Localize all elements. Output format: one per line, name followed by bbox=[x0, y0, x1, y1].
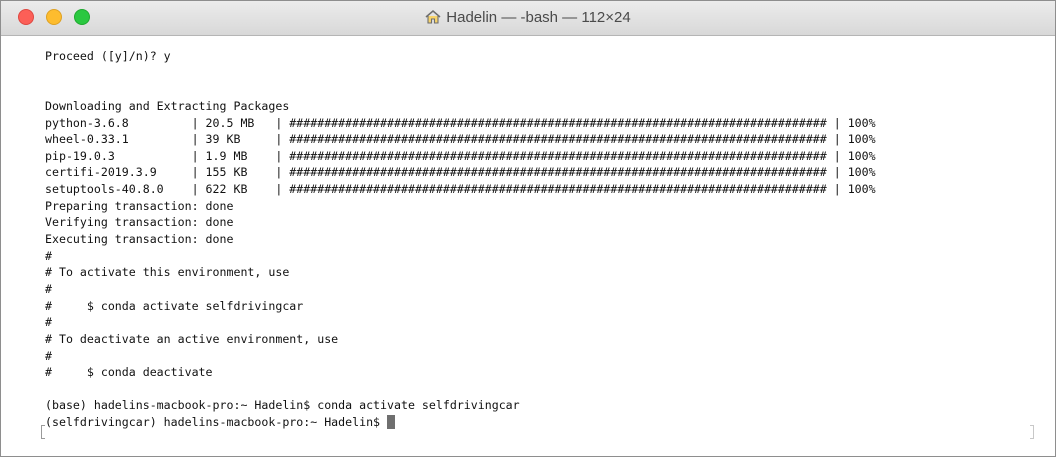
terminal-line: pip-19.0.3 | 1.9 MB | ##################… bbox=[45, 148, 876, 163]
terminal-line: # bbox=[45, 281, 52, 296]
terminal-line: # bbox=[45, 348, 52, 363]
home-icon bbox=[425, 10, 441, 24]
prompt-text: (selfdrivingcar) hadelins-macbook-pro:~ … bbox=[45, 415, 388, 430]
terminal-line: wheel-0.33.1 | 39 KB | #################… bbox=[45, 132, 876, 147]
terminal-line: # $ conda deactivate bbox=[45, 365, 213, 380]
terminal-line: Verifying transaction: done bbox=[45, 215, 234, 230]
terminal-line: # To deactivate an active environment, u… bbox=[45, 331, 339, 346]
terminal-line: setuptools-40.8.0 | 622 KB | ###########… bbox=[45, 182, 876, 197]
terminal-line: Executing transaction: done bbox=[45, 232, 234, 247]
mark-bracket-right bbox=[1030, 425, 1034, 439]
terminal-line: # $ conda activate selfdrivingcar bbox=[45, 298, 304, 313]
terminal-line: Downloading and Extracting Packages bbox=[45, 98, 290, 113]
terminal-line: (base) hadelins-macbook-pro:~ Hadelin$ c… bbox=[45, 398, 520, 413]
mark-bracket-left bbox=[41, 425, 45, 439]
terminal-line: certifi-2019.3.9 | 155 KB | ############… bbox=[45, 165, 876, 180]
terminal-prompt-line[interactable]: (selfdrivingcar) hadelins-macbook-pro:~ … bbox=[45, 414, 1045, 431]
title-bar[interactable]: Hadelin — -bash — 112×24 bbox=[1, 1, 1055, 36]
terminal-line: # To activate this environment, use bbox=[45, 265, 290, 280]
terminal-line: Proceed ([y]/n)? y bbox=[45, 49, 171, 63]
window-title-text: Hadelin — -bash — 112×24 bbox=[446, 9, 631, 26]
window-title: Hadelin — -bash — 112×24 bbox=[1, 1, 1055, 35]
terminal-line: python-3.6.8 | 20.5 MB | ###############… bbox=[45, 115, 876, 130]
terminal-window: Hadelin — -bash — 112×24 Proceed ([y]/n)… bbox=[0, 0, 1056, 457]
terminal-line: # bbox=[45, 248, 52, 263]
terminal-line: # bbox=[45, 315, 52, 330]
terminal-line: Preparing transaction: done bbox=[45, 198, 234, 213]
text-cursor bbox=[387, 415, 396, 430]
terminal-output[interactable]: Proceed ([y]/n)? y Downloading and Extra… bbox=[45, 48, 1045, 448]
